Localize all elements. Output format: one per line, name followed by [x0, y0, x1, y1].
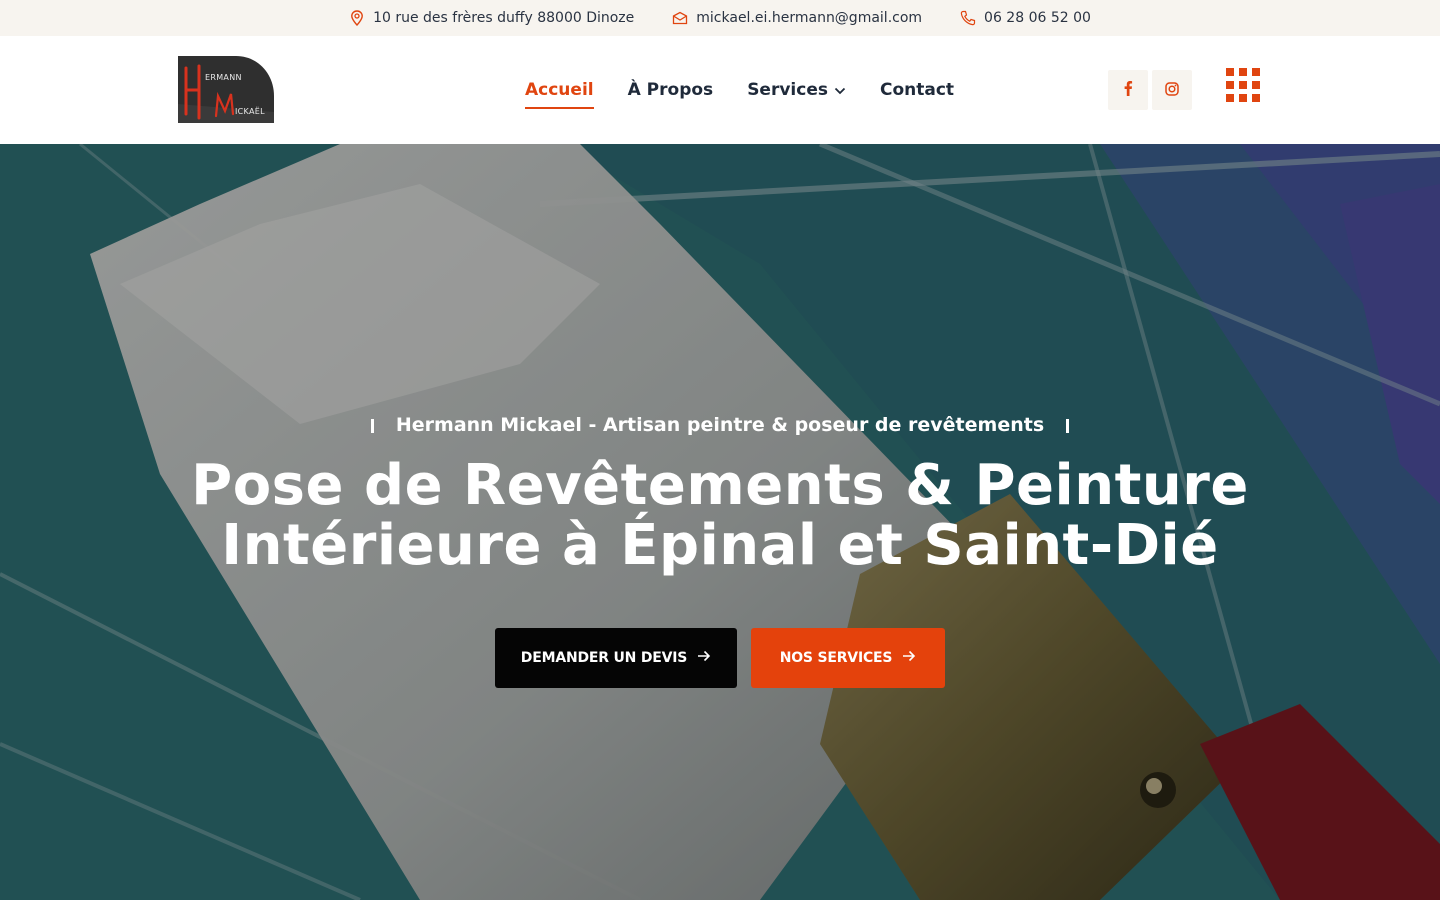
logo-line1: ERMANN	[205, 73, 242, 82]
site-logo[interactable]: ERMANN ICKAËL	[178, 56, 274, 123]
hero-title-line2: Intérieure à Épinal et Saint-Dié	[221, 513, 1219, 578]
instagram-button[interactable]	[1152, 70, 1192, 110]
hero-title: Pose de Revêtements & Peinture Intérieur…	[0, 456, 1440, 576]
nav-item-a-propos[interactable]: À Propos	[628, 80, 714, 100]
nav-label: Accueil	[525, 80, 594, 100]
phone-icon	[960, 10, 976, 26]
main-nav: Accueil À Propos Services Contact	[525, 36, 954, 144]
facebook-icon	[1123, 80, 1133, 100]
logo-line2: ICKAËL	[235, 107, 265, 116]
eyebrow-divider	[370, 418, 374, 433]
nav-item-contact[interactable]: Contact	[880, 80, 954, 100]
hero-eyebrow-text: Hermann Mickael - Artisan peintre & pose…	[395, 414, 1045, 436]
phone-item[interactable]: 06 28 06 52 00	[960, 10, 1091, 26]
email-text[interactable]: mickael.ei.hermann@gmail.com	[696, 10, 922, 26]
email-item[interactable]: mickael.ei.hermann@gmail.com	[672, 10, 922, 26]
instagram-icon	[1165, 81, 1179, 100]
eyebrow-divider	[1066, 418, 1070, 433]
our-services-button[interactable]: NOS SERVICES	[751, 628, 945, 688]
nav-label: Contact	[879, 80, 955, 100]
request-quote-label: DEMANDER UN DEVIS	[520, 650, 688, 666]
facebook-button[interactable]	[1108, 70, 1148, 110]
hero-section: Hermann Mickael - Artisan peintre & pose…	[0, 144, 1440, 900]
mail-icon	[672, 10, 688, 26]
address-text: 10 rue des frères duffy 88000 Dinoze	[373, 10, 635, 26]
nav-label: À Propos	[627, 80, 714, 100]
hero-title-line1: Pose de Revêtements & Peinture	[191, 453, 1249, 518]
map-pin-icon	[349, 10, 365, 26]
request-quote-button[interactable]: DEMANDER UN DEVIS	[495, 628, 737, 688]
chevron-down-icon	[834, 80, 846, 100]
nav-item-accueil[interactable]: Accueil	[525, 80, 594, 109]
main-header: ERMANN ICKAËL Accueil À Propos Services …	[0, 36, 1440, 144]
menu-grid-icon[interactable]	[1226, 68, 1262, 104]
arrow-right-icon	[697, 650, 711, 666]
phone-text[interactable]: 06 28 06 52 00	[984, 10, 1091, 26]
nav-item-services[interactable]: Services	[747, 80, 846, 100]
hero-eyebrow: Hermann Mickael - Artisan peintre & pose…	[0, 414, 1440, 436]
hero-content: Hermann Mickael - Artisan peintre & pose…	[0, 144, 1440, 900]
our-services-label: NOS SERVICES	[779, 650, 893, 666]
address-item: 10 rue des frères duffy 88000 Dinoze	[349, 10, 634, 26]
arrow-right-icon	[902, 650, 916, 666]
top-contact-bar: 10 rue des frères duffy 88000 Dinoze mic…	[0, 0, 1440, 36]
nav-label: Services	[747, 80, 828, 100]
